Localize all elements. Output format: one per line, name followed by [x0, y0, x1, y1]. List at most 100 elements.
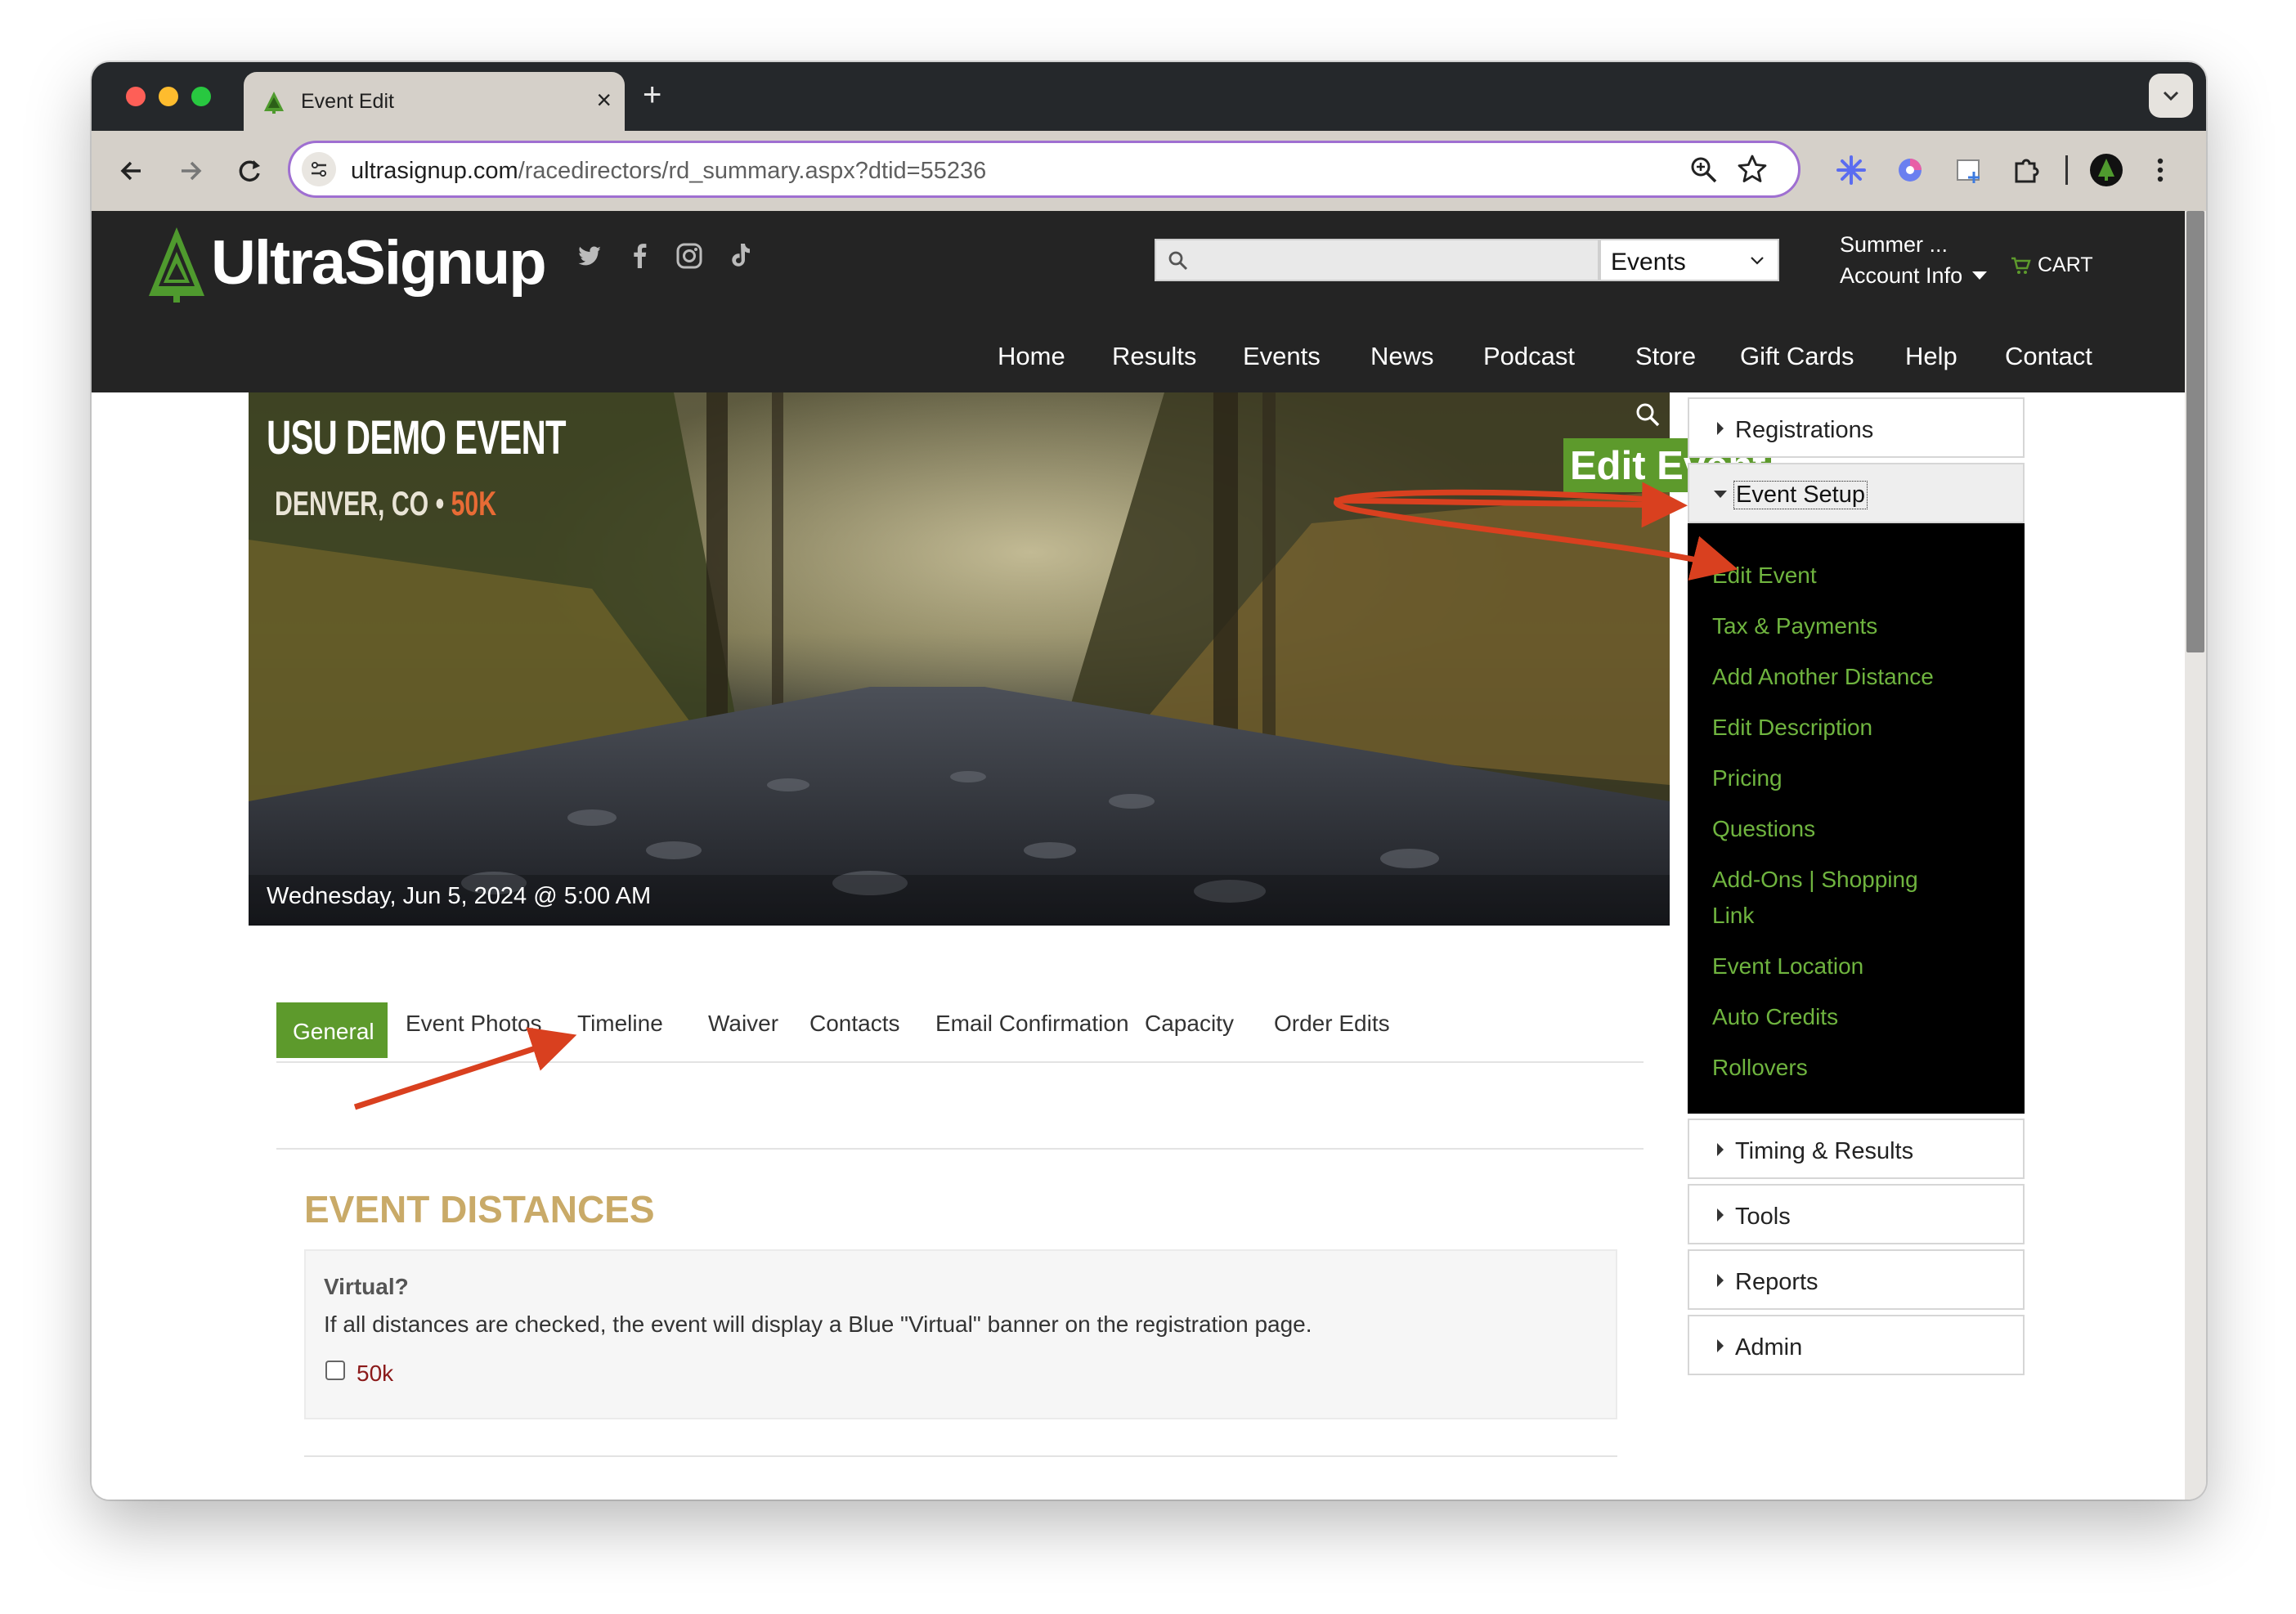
browser-menu-icon[interactable]	[2141, 150, 2180, 190]
sidebar-timing-results[interactable]: Timing & Results	[1688, 1119, 2025, 1179]
url-text: ultrasignup.com/racedirectors/rd_summary…	[351, 158, 986, 185]
tab-capacity[interactable]: Capacity	[1145, 1011, 1234, 1037]
submenu-event-location[interactable]: Event Location	[1712, 948, 1863, 984]
search-icon[interactable]	[1634, 401, 1661, 428]
sidebar-reports-label: Reports	[1735, 1269, 1818, 1295]
browser-tab[interactable]: Event Edit ×	[244, 72, 625, 131]
tab-event-photos[interactable]: Event Photos	[406, 1011, 542, 1037]
close-tab-icon[interactable]: ×	[596, 85, 612, 114]
virtual-label: Virtual?	[324, 1274, 409, 1299]
tiktok-icon[interactable]	[723, 240, 754, 271]
twitter-icon[interactable]	[574, 240, 605, 271]
nav-news[interactable]: News	[1370, 342, 1434, 371]
submenu-pricing[interactable]: Pricing	[1712, 760, 1783, 796]
browser-toolbar: ultrasignup.com/racedirectors/rd_summary…	[92, 131, 2206, 211]
virtual-50k-checkbox[interactable]	[325, 1361, 345, 1380]
new-tab-icon[interactable]: +	[643, 78, 661, 111]
url-domain: ultrasignup.com	[351, 158, 518, 184]
caret-down-icon[interactable]	[1972, 271, 1987, 280]
tab-waiver[interactable]: Waiver	[708, 1011, 778, 1037]
maximize-window-button[interactable]	[191, 87, 211, 106]
event-location: DENVER, CO • 50K	[275, 484, 496, 523]
divider	[276, 1148, 1644, 1150]
ultrasignup-logo-icon[interactable]	[144, 224, 209, 304]
sidebar-event-setup[interactable]: Event Setup	[1688, 463, 2025, 523]
sidebar-registrations[interactable]: Registrations	[1688, 397, 2025, 458]
nav-gift-cards[interactable]: Gift Cards	[1740, 342, 1854, 371]
submenu-edit-description[interactable]: Edit Description	[1712, 710, 1872, 746]
virtual-panel: Virtual? If all distances are checked, t…	[304, 1249, 1617, 1419]
forward-arrow-icon[interactable]	[168, 149, 213, 193]
forest-trail-photo	[249, 392, 1670, 926]
site-settings-icon[interactable]	[302, 152, 336, 186]
tab-order-edits[interactable]: Order Edits	[1274, 1011, 1390, 1037]
nav-contact[interactable]: Contact	[2005, 342, 2092, 371]
sidebar-timing-results-label: Timing & Results	[1735, 1138, 1914, 1164]
search-icon	[1168, 251, 1188, 271]
extension-sparkle-icon[interactable]	[1832, 150, 1871, 190]
nav-store[interactable]: Store	[1635, 342, 1696, 371]
sidebar-event-setup-label: Event Setup	[1733, 481, 1868, 509]
minimize-window-button[interactable]	[159, 87, 178, 106]
tab-title: Event Edit	[301, 90, 394, 113]
instagram-icon[interactable]	[674, 240, 705, 271]
browser-window: Event Edit × + ultrasignup.com/racedirec…	[92, 62, 2206, 1500]
sidebar-tools-label: Tools	[1735, 1204, 1791, 1230]
event-title: USU DEMO EVENT	[267, 411, 567, 464]
extensions-puzzle-icon[interactable]	[2008, 150, 2047, 190]
tab-timeline[interactable]: Timeline	[577, 1011, 663, 1037]
event-distance: 50K	[451, 484, 497, 522]
toolbar-divider	[2065, 155, 2068, 185]
submenu-add-another-distance[interactable]: Add Another Distance	[1712, 659, 1934, 695]
search-category-select[interactable]: Events	[1599, 239, 1779, 281]
account-name[interactable]: Summer ...	[1840, 232, 1948, 258]
event-date: Wednesday, Jun 5, 2024 @ 5:00 AM	[267, 883, 652, 909]
nav-podcast[interactable]: Podcast	[1483, 342, 1575, 371]
submenu-tax-payments[interactable]: Tax & Payments	[1712, 608, 1877, 644]
event-distances-heading: EVENT DISTANCES	[304, 1188, 655, 1231]
caret-right-icon	[1717, 1208, 1724, 1222]
tab-contacts[interactable]: Contacts	[809, 1011, 900, 1037]
bookmark-star-icon[interactable]	[1736, 153, 1769, 186]
back-arrow-icon[interactable]	[110, 149, 154, 193]
logo-text[interactable]: UltraSignup	[211, 227, 547, 298]
site-header: UltraSignup Events Summer ... Account In…	[92, 211, 2185, 392]
event-setup-submenu: Edit Event Tax & Payments Add Another Di…	[1688, 523, 2025, 1114]
scrollbar-thumb[interactable]	[2186, 211, 2204, 652]
submenu-add-ons-shopping-link[interactable]: Link	[1712, 898, 1754, 934]
submenu-rollovers[interactable]: Rollovers	[1712, 1050, 1808, 1086]
facebook-icon[interactable]	[625, 240, 656, 271]
reload-icon[interactable]	[227, 149, 271, 193]
cart-icon[interactable]	[2010, 255, 2031, 276]
submenu-edit-event[interactable]: Edit Event	[1712, 558, 1817, 594]
sidebar-admin[interactable]: Admin	[1688, 1315, 2025, 1375]
tab-strip: Event Edit × +	[92, 62, 2206, 131]
tab-email-confirmation[interactable]: Email Confirmation	[935, 1011, 1129, 1037]
event-details-heading: EVENT DETAILS	[304, 1493, 599, 1500]
address-bar[interactable]: ultrasignup.com/racedirectors/rd_summary…	[288, 141, 1800, 198]
tab-search-button[interactable]	[2149, 74, 2193, 118]
nav-home[interactable]: Home	[998, 342, 1065, 371]
extension-colorwheel-icon[interactable]	[1890, 150, 1930, 190]
account-info-menu[interactable]: Account Info	[1840, 263, 1962, 289]
submenu-questions[interactable]: Questions	[1712, 811, 1815, 847]
site-search-input[interactable]	[1155, 239, 1599, 281]
chevron-down-icon	[2163, 91, 2179, 101]
cart-link[interactable]: CART	[2038, 253, 2093, 277]
sidebar-tools[interactable]: Tools	[1688, 1184, 2025, 1244]
search-category-value: Events	[1611, 249, 1686, 276]
tab-general[interactable]: General	[276, 1002, 388, 1058]
nav-events[interactable]: Events	[1243, 342, 1321, 371]
sidebar-reports[interactable]: Reports	[1688, 1249, 2025, 1310]
extension-screenshot-icon[interactable]	[1949, 150, 1989, 190]
nav-help[interactable]: Help	[1905, 342, 1957, 371]
submenu-auto-credits[interactable]: Auto Credits	[1712, 999, 1838, 1035]
zoom-icon[interactable]	[1688, 155, 1720, 186]
nav-results[interactable]: Results	[1112, 342, 1196, 371]
chevron-down-icon	[1751, 257, 1764, 265]
sidebar-registrations-label: Registrations	[1735, 417, 1874, 443]
submenu-add-ons-shopping[interactable]: Add-Ons | Shopping	[1712, 862, 1918, 898]
profile-avatar[interactable]	[2087, 150, 2126, 190]
close-window-button[interactable]	[126, 87, 146, 106]
virtual-50k-label[interactable]: 50k	[357, 1361, 393, 1387]
